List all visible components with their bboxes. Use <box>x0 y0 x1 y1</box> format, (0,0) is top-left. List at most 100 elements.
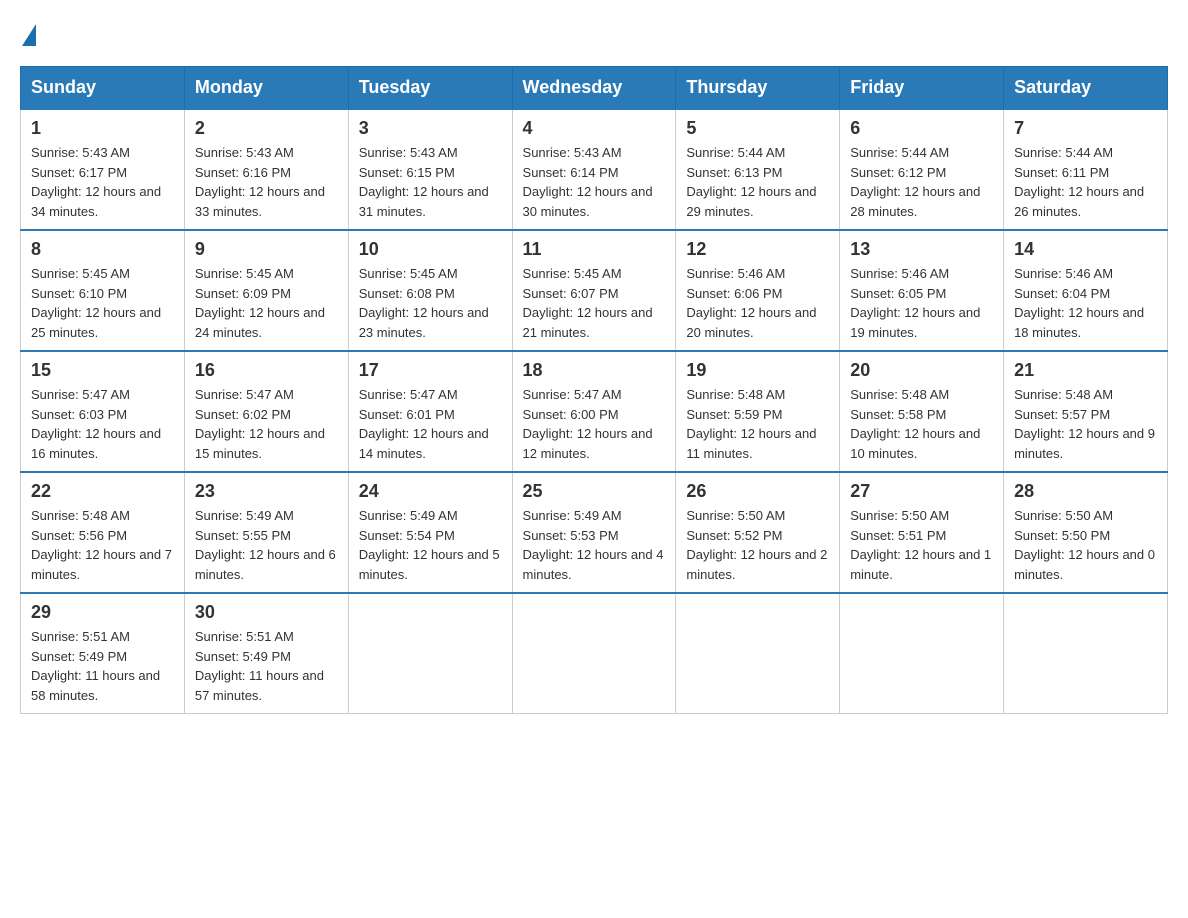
day-number: 2 <box>195 118 338 139</box>
day-number: 13 <box>850 239 993 260</box>
calendar-cell: 8 Sunrise: 5:45 AMSunset: 6:10 PMDaylight… <box>21 230 185 351</box>
day-number: 29 <box>31 602 174 623</box>
day-number: 25 <box>523 481 666 502</box>
day-number: 28 <box>1014 481 1157 502</box>
weekday-header-sunday: Sunday <box>21 67 185 110</box>
calendar-week-row: 29 Sunrise: 5:51 AMSunset: 5:49 PMDayligh… <box>21 593 1168 714</box>
calendar-cell <box>1004 593 1168 714</box>
day-info: Sunrise: 5:49 AMSunset: 5:53 PMDaylight:… <box>523 506 666 584</box>
calendar-cell: 29 Sunrise: 5:51 AMSunset: 5:49 PMDayligh… <box>21 593 185 714</box>
calendar-cell: 1 Sunrise: 5:43 AMSunset: 6:17 PMDaylight… <box>21 109 185 230</box>
calendar-cell: 4 Sunrise: 5:43 AMSunset: 6:14 PMDaylight… <box>512 109 676 230</box>
day-info: Sunrise: 5:44 AMSunset: 6:12 PMDaylight:… <box>850 143 993 221</box>
day-number: 23 <box>195 481 338 502</box>
day-info: Sunrise: 5:50 AMSunset: 5:52 PMDaylight:… <box>686 506 829 584</box>
day-info: Sunrise: 5:44 AMSunset: 6:11 PMDaylight:… <box>1014 143 1157 221</box>
day-info: Sunrise: 5:43 AMSunset: 6:15 PMDaylight:… <box>359 143 502 221</box>
day-number: 15 <box>31 360 174 381</box>
calendar-week-row: 22Sunrise: 5:48 AMSunset: 5:56 PMDayligh… <box>21 472 1168 593</box>
calendar-cell: 3 Sunrise: 5:43 AMSunset: 6:15 PMDaylight… <box>348 109 512 230</box>
day-number: 17 <box>359 360 502 381</box>
day-info: Sunrise: 5:47 AMSunset: 6:03 PMDaylight:… <box>31 385 174 463</box>
day-number: 10 <box>359 239 502 260</box>
day-info: Sunrise: 5:45 AMSunset: 6:08 PMDaylight:… <box>359 264 502 342</box>
day-info: Sunrise: 5:51 AMSunset: 5:49 PMDaylight:… <box>31 627 174 705</box>
calendar-cell: 7 Sunrise: 5:44 AMSunset: 6:11 PMDaylight… <box>1004 109 1168 230</box>
calendar-cell <box>676 593 840 714</box>
logo <box>20 20 36 46</box>
day-number: 11 <box>523 239 666 260</box>
calendar-cell: 10 Sunrise: 5:45 AMSunset: 6:08 PMDayligh… <box>348 230 512 351</box>
calendar-cell: 30 Sunrise: 5:51 AMSunset: 5:49 PMDayligh… <box>184 593 348 714</box>
day-number: 21 <box>1014 360 1157 381</box>
day-info: Sunrise: 5:46 AMSunset: 6:04 PMDaylight:… <box>1014 264 1157 342</box>
calendar-table: SundayMondayTuesdayWednesdayThursdayFrid… <box>20 66 1168 714</box>
day-info: Sunrise: 5:50 AMSunset: 5:50 PMDaylight:… <box>1014 506 1157 584</box>
day-number: 1 <box>31 118 174 139</box>
day-number: 9 <box>195 239 338 260</box>
day-number: 19 <box>686 360 829 381</box>
day-info: Sunrise: 5:46 AMSunset: 6:05 PMDaylight:… <box>850 264 993 342</box>
calendar-cell: 19 Sunrise: 5:48 AMSunset: 5:59 PMDayligh… <box>676 351 840 472</box>
calendar-cell: 26Sunrise: 5:50 AMSunset: 5:52 PMDayligh… <box>676 472 840 593</box>
calendar-cell: 12 Sunrise: 5:46 AMSunset: 6:06 PMDayligh… <box>676 230 840 351</box>
weekday-header-friday: Friday <box>840 67 1004 110</box>
day-info: Sunrise: 5:44 AMSunset: 6:13 PMDaylight:… <box>686 143 829 221</box>
weekday-header-wednesday: Wednesday <box>512 67 676 110</box>
calendar-cell <box>348 593 512 714</box>
day-number: 27 <box>850 481 993 502</box>
day-info: Sunrise: 5:45 AMSunset: 6:07 PMDaylight:… <box>523 264 666 342</box>
weekday-header-tuesday: Tuesday <box>348 67 512 110</box>
day-info: Sunrise: 5:48 AMSunset: 5:56 PMDaylight:… <box>31 506 174 584</box>
calendar-cell: 2 Sunrise: 5:43 AMSunset: 6:16 PMDaylight… <box>184 109 348 230</box>
calendar-cell: 18 Sunrise: 5:47 AMSunset: 6:00 PMDayligh… <box>512 351 676 472</box>
calendar-cell: 28 Sunrise: 5:50 AMSunset: 5:50 PMDayligh… <box>1004 472 1168 593</box>
page-header <box>20 20 1168 46</box>
day-info: Sunrise: 5:45 AMSunset: 6:10 PMDaylight:… <box>31 264 174 342</box>
day-number: 12 <box>686 239 829 260</box>
day-info: Sunrise: 5:47 AMSunset: 6:00 PMDaylight:… <box>523 385 666 463</box>
day-number: 8 <box>31 239 174 260</box>
day-info: Sunrise: 5:43 AMSunset: 6:14 PMDaylight:… <box>523 143 666 221</box>
calendar-cell: 17 Sunrise: 5:47 AMSunset: 6:01 PMDayligh… <box>348 351 512 472</box>
calendar-cell: 24Sunrise: 5:49 AMSunset: 5:54 PMDayligh… <box>348 472 512 593</box>
day-info: Sunrise: 5:48 AMSunset: 5:57 PMDaylight:… <box>1014 385 1157 463</box>
calendar-cell: 21 Sunrise: 5:48 AMSunset: 5:57 PMDayligh… <box>1004 351 1168 472</box>
calendar-cell <box>512 593 676 714</box>
logo-triangle-icon <box>22 24 36 46</box>
calendar-cell <box>840 593 1004 714</box>
calendar-week-row: 1 Sunrise: 5:43 AMSunset: 6:17 PMDaylight… <box>21 109 1168 230</box>
day-number: 5 <box>686 118 829 139</box>
day-info: Sunrise: 5:43 AMSunset: 6:16 PMDaylight:… <box>195 143 338 221</box>
day-number: 4 <box>523 118 666 139</box>
calendar-cell: 5 Sunrise: 5:44 AMSunset: 6:13 PMDaylight… <box>676 109 840 230</box>
weekday-header-row: SundayMondayTuesdayWednesdayThursdayFrid… <box>21 67 1168 110</box>
calendar-cell: 13 Sunrise: 5:46 AMSunset: 6:05 PMDayligh… <box>840 230 1004 351</box>
day-info: Sunrise: 5:50 AMSunset: 5:51 PMDaylight:… <box>850 506 993 584</box>
day-number: 30 <box>195 602 338 623</box>
day-number: 18 <box>523 360 666 381</box>
day-number: 24 <box>359 481 502 502</box>
calendar-cell: 15 Sunrise: 5:47 AMSunset: 6:03 PMDayligh… <box>21 351 185 472</box>
calendar-cell: 6 Sunrise: 5:44 AMSunset: 6:12 PMDaylight… <box>840 109 1004 230</box>
day-number: 3 <box>359 118 502 139</box>
calendar-cell: 23 Sunrise: 5:49 AMSunset: 5:55 PMDayligh… <box>184 472 348 593</box>
day-number: 16 <box>195 360 338 381</box>
day-info: Sunrise: 5:43 AMSunset: 6:17 PMDaylight:… <box>31 143 174 221</box>
calendar-cell: 11 Sunrise: 5:45 AMSunset: 6:07 PMDayligh… <box>512 230 676 351</box>
day-info: Sunrise: 5:51 AMSunset: 5:49 PMDaylight:… <box>195 627 338 705</box>
day-number: 7 <box>1014 118 1157 139</box>
calendar-cell: 22Sunrise: 5:48 AMSunset: 5:56 PMDayligh… <box>21 472 185 593</box>
calendar-cell: 20Sunrise: 5:48 AMSunset: 5:58 PMDayligh… <box>840 351 1004 472</box>
calendar-cell: 9Sunrise: 5:45 AMSunset: 6:09 PMDaylight… <box>184 230 348 351</box>
day-info: Sunrise: 5:48 AMSunset: 5:59 PMDaylight:… <box>686 385 829 463</box>
calendar-cell: 16Sunrise: 5:47 AMSunset: 6:02 PMDayligh… <box>184 351 348 472</box>
calendar-week-row: 8 Sunrise: 5:45 AMSunset: 6:10 PMDaylight… <box>21 230 1168 351</box>
day-number: 6 <box>850 118 993 139</box>
day-number: 14 <box>1014 239 1157 260</box>
weekday-header-saturday: Saturday <box>1004 67 1168 110</box>
day-info: Sunrise: 5:46 AMSunset: 6:06 PMDaylight:… <box>686 264 829 342</box>
calendar-cell: 27 Sunrise: 5:50 AMSunset: 5:51 PMDayligh… <box>840 472 1004 593</box>
day-info: Sunrise: 5:47 AMSunset: 6:01 PMDaylight:… <box>359 385 502 463</box>
day-info: Sunrise: 5:49 AMSunset: 5:55 PMDaylight:… <box>195 506 338 584</box>
